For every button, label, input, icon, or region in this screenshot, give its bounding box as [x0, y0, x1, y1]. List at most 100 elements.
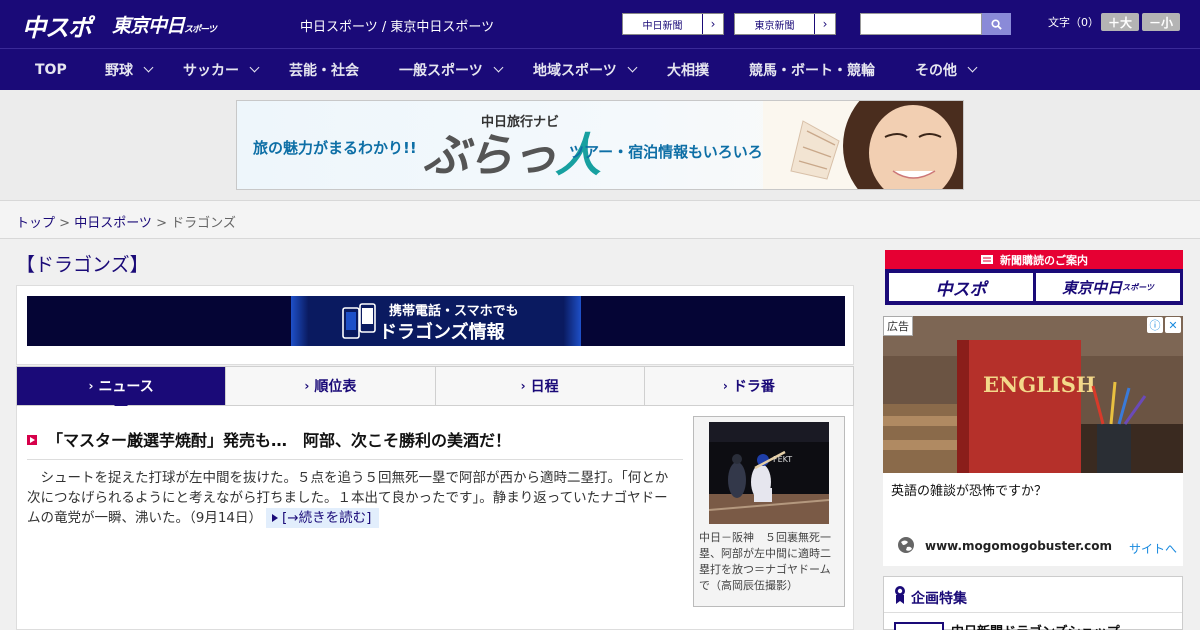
tokyo-chunichi-logo[interactable]: 東京中日スポーツ: [112, 11, 217, 38]
page-title: 【ドラゴンズ】: [16, 254, 149, 276]
font-larger-button[interactable]: ＋大: [1101, 13, 1139, 31]
nav-label: 地域スポーツ: [533, 62, 617, 79]
nav-top[interactable]: TOP: [35, 49, 67, 90]
subscribe-tokyo-label: 東京中日: [1062, 278, 1123, 297]
promo-center: 携帯電話・スマホでも ドラゴンズ情報: [291, 296, 581, 346]
close-icon[interactable]: ✕: [1165, 317, 1181, 333]
chevron-down-icon: [967, 62, 978, 73]
tab-label: ドラ番: [732, 379, 775, 395]
article-body: シュートを捉えた打球が左中間を抜けた。５点を追う５回無死一塁で阿部が西から適時二…: [27, 468, 675, 528]
ad-url: www.mogomogobuster.com: [925, 539, 1112, 553]
tokyo-logo-sub: スポーツ: [184, 25, 217, 35]
ad-headline[interactable]: 英語の雑談が恐怖ですか？: [891, 480, 1047, 499]
chuspo-logo[interactable]: 中スポ: [22, 8, 92, 43]
nav-sumo[interactable]: 大相撲: [667, 49, 709, 90]
breadcrumb-bar: トップ > 中日スポーツ > ドラゴンズ: [0, 200, 1200, 239]
mobile-promo-banner[interactable]: 携帯電話・スマホでも ドラゴンズ情報: [27, 296, 845, 346]
info-icon[interactable]: ⓘ: [1147, 317, 1163, 333]
subscribe-chuspo-button[interactable]: 中スポ: [889, 273, 1033, 301]
search-button[interactable]: [982, 13, 1011, 35]
nav-baseball[interactable]: 野球: [105, 49, 154, 90]
main-nav: TOP 野球 サッカー 芸能・社会 一般スポーツ 地域スポーツ 大相撲 競馬・ボ…: [0, 48, 1200, 90]
sidebar-ad[interactable]: ENGLISH 広告 ⓘ ✕ 英語の雑談が恐怖ですか？ www.mogomogo…: [883, 316, 1183, 566]
promo-line1: 携帯電話・スマホでも: [389, 304, 519, 319]
read-more-label: [→続きを読む]: [282, 510, 372, 526]
chevron-right-icon: ›: [722, 379, 728, 393]
play-icon: [272, 514, 279, 522]
chevron-right-icon: ›: [520, 379, 526, 393]
nav-other[interactable]: その他: [915, 49, 978, 90]
english-book-ad-image: ENGLISH: [883, 316, 1183, 473]
ad-left-text: 旅の魅力がまるわかり!!: [253, 139, 417, 157]
nav-label: 競馬・ボート・競輪: [749, 62, 875, 79]
chevron-right-icon: ›: [710, 17, 716, 31]
chevron-down-icon: [249, 62, 260, 73]
ad-site-link[interactable]: サイトへ: [1129, 540, 1177, 557]
chevron-right-icon: ›: [304, 379, 310, 393]
nav-racing[interactable]: 競馬・ボート・競輪: [749, 49, 875, 90]
nav-entertainment[interactable]: 芸能・社会: [289, 49, 359, 90]
tab-news[interactable]: › ニュース: [17, 367, 227, 412]
breadcrumb-current: ドラゴンズ: [171, 216, 236, 231]
feature-item[interactable]: 中日新聞ドラゴンズショップ: [951, 621, 1120, 630]
nav-label: 野球: [105, 62, 133, 79]
search-icon: [991, 18, 1002, 30]
woman-with-shell-image: [763, 101, 963, 189]
feature-header: 企画特集: [884, 577, 1182, 613]
breadcrumb: トップ > 中日スポーツ > ドラゴンズ: [16, 212, 236, 231]
nav-soccer[interactable]: サッカー: [183, 49, 260, 90]
search-input[interactable]: [860, 13, 982, 35]
ad-brand-sub: 中日旅行ナビ: [481, 115, 560, 130]
subscribe-tokyo-button[interactable]: 東京中日 スポーツ: [1036, 273, 1180, 301]
tab-dora-ban[interactable]: › ドラ番: [644, 367, 853, 405]
photo-caption: 中日－阪神 ５回裏無死一塁、阿部が左中間に適時二塁打を放つ＝ナゴヤドームで（高岡…: [699, 531, 831, 592]
tokyo-shimbun-link[interactable]: 東京新聞 ›: [734, 13, 836, 35]
nav-regional-sports[interactable]: 地域スポーツ: [533, 49, 638, 90]
subscription-title[interactable]: 新聞購読のご案内: [885, 250, 1183, 269]
tokyo-shimbun-label: 東京新聞: [735, 14, 815, 34]
book-title-text: ENGLISH: [983, 372, 1096, 397]
font-size-label: 文字（0）: [1048, 16, 1099, 29]
travel-ad-banner[interactable]: 旅の魅力がまるわかり!! ぶらっ人 中日旅行ナビ ツアー・宿泊情報もいろいろ: [236, 100, 964, 190]
feature-title: 企画特集: [911, 591, 967, 607]
breadcrumb-top[interactable]: トップ: [16, 216, 55, 231]
breadcrumb-separator: >: [55, 216, 75, 231]
nav-label: 大相撲: [667, 62, 709, 79]
feature-item-thumb[interactable]: [894, 622, 944, 630]
nav-label: 芸能・社会: [289, 62, 359, 79]
tab-label: ニュース: [98, 379, 154, 395]
breadcrumb-separator: >: [151, 216, 172, 231]
tab-label: 日程: [530, 379, 559, 395]
article-photo-box: FEKT 中日－阪神 ５回裏無死一塁、阿部が左中間に適時二塁打を放つ＝ナゴヤドー…: [693, 416, 845, 607]
ad-right-text: ツアー・宿泊情報もいろいろ: [569, 143, 763, 161]
baseball-batter-photo[interactable]: FEKT: [709, 422, 829, 524]
read-more-link[interactable]: [→続きを読む]: [266, 508, 380, 528]
phone-icon: [342, 303, 376, 339]
nav-label: TOP: [35, 61, 67, 78]
mobile-promo-box: 携帯電話・スマホでも ドラゴンズ情報: [16, 285, 854, 365]
ad-label: 広告: [883, 316, 913, 336]
font-smaller-button[interactable]: －小: [1142, 13, 1180, 31]
tab-schedule[interactable]: › 日程: [435, 367, 645, 405]
nav-general-sports[interactable]: 一般スポーツ: [399, 49, 504, 90]
ribbon-icon: [895, 586, 905, 604]
article-title[interactable]: 「マスター厳選芋焼酎」発売も… 阿部、次こそ勝利の美酒だ！: [47, 427, 511, 451]
subscribe-tokyo-sub: スポーツ: [1122, 282, 1154, 292]
newspaper-icon: [981, 255, 993, 264]
nav-label: その他: [915, 62, 957, 79]
ad-controls: ⓘ ✕: [1147, 317, 1181, 333]
tab-standings[interactable]: › 順位表: [226, 367, 436, 405]
top-header: 中スポ 東京中日スポーツ 中日スポーツ / 東京中日スポーツ 中日新聞 › 東京…: [0, 0, 1200, 48]
breadcrumb-chunichi-sports[interactable]: 中日スポーツ: [74, 216, 152, 231]
ad-brand-a: ぶらっ: [423, 128, 557, 182]
globe-icon: [898, 537, 914, 553]
nav-label: サッカー: [183, 62, 239, 79]
site-links[interactable]: 中日スポーツ / 東京中日スポーツ: [300, 16, 494, 35]
news-article: 「マスター厳選芋焼酎」発売も… 阿部、次こそ勝利の美酒だ！ シュートを捉えた打球…: [16, 406, 854, 630]
article-header: 「マスター厳選芋焼酎」発売も… 阿部、次こそ勝利の美酒だ！: [27, 424, 683, 460]
chevron-down-icon: [627, 62, 638, 73]
chevron-right-icon: ›: [822, 17, 828, 31]
chevron-down-icon: [143, 62, 154, 73]
nav-label: 一般スポーツ: [399, 62, 483, 79]
chunichi-shimbun-link[interactable]: 中日新聞 ›: [622, 13, 724, 35]
